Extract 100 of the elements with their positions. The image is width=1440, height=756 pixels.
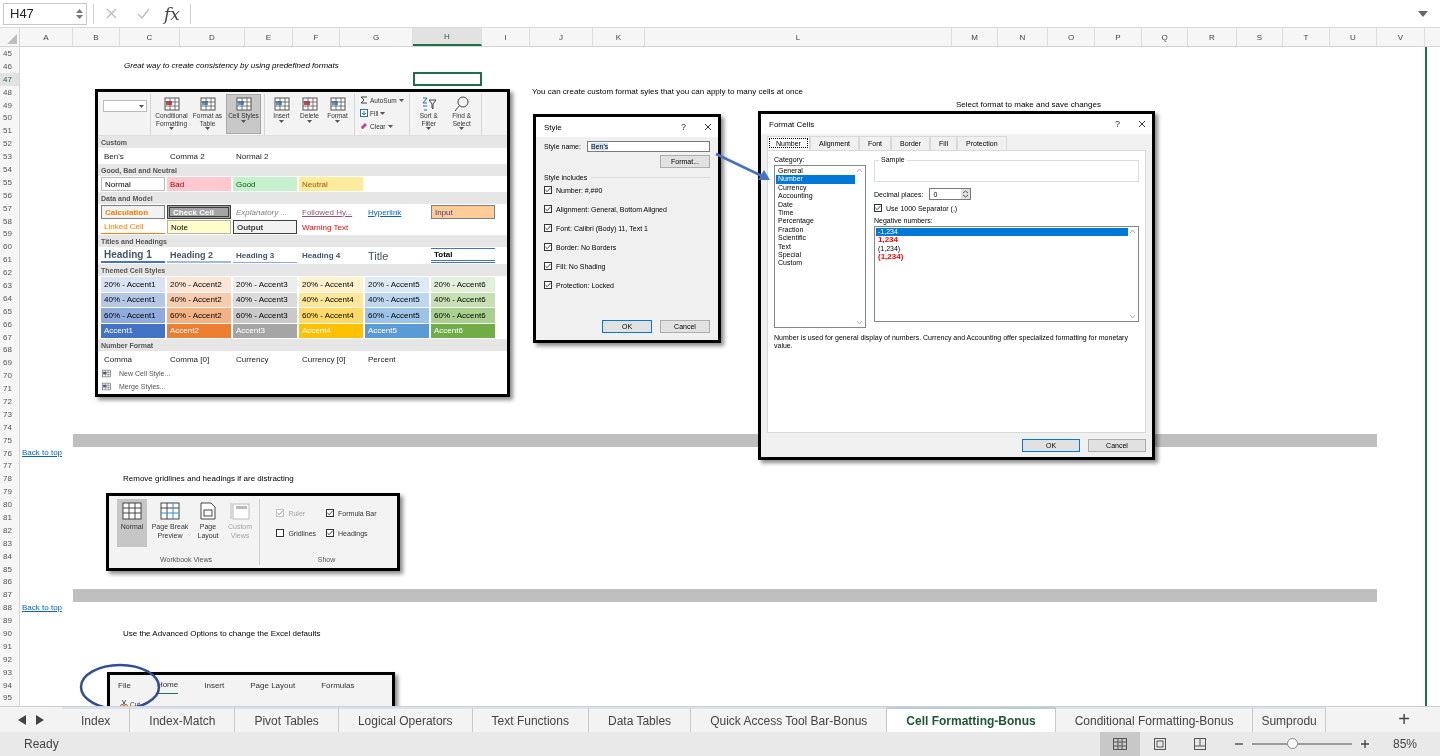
row-header[interactable]: 85: [0, 562, 19, 576]
cell-style-swatch[interactable]: 40% - Accent6: [431, 292, 495, 307]
list-item[interactable]: (1,234): [876, 253, 1128, 262]
column-header[interactable]: T: [1283, 28, 1330, 46]
column-header[interactable]: R: [1188, 28, 1237, 46]
cell-style-swatch[interactable]: 40% - Accent1: [101, 292, 165, 307]
row-header[interactable]: 65: [0, 304, 19, 318]
ribbon-tab[interactable]: Formulas: [321, 680, 355, 694]
row-header[interactable]: 70: [0, 369, 19, 383]
column-header[interactable]: H: [413, 28, 482, 46]
zoom-in-icon[interactable]: [1360, 739, 1370, 749]
row-header[interactable]: 89: [0, 614, 19, 628]
column-header[interactable]: F: [293, 28, 340, 46]
sheet-tab[interactable]: Logical Operators: [338, 707, 473, 732]
row-header[interactable]: 60: [0, 240, 19, 254]
cell-style-swatch[interactable]: 20% - Accent2: [167, 277, 231, 292]
row-header[interactable]: 86: [0, 575, 19, 589]
row-header[interactable]: 90: [0, 627, 19, 640]
column-header[interactable]: A: [20, 28, 73, 46]
row-header[interactable]: 55: [0, 175, 19, 189]
column-header[interactable]: M: [952, 28, 998, 46]
cell-style-swatch[interactable]: 20% - Accent5: [365, 277, 429, 292]
column-header[interactable]: O: [1048, 28, 1095, 46]
row-header[interactable]: 63: [0, 279, 19, 292]
row-header[interactable]: 59: [0, 227, 19, 241]
row-header[interactable]: 51: [0, 124, 19, 138]
row-header[interactable]: 87: [0, 588, 19, 602]
row-header[interactable]: 48: [0, 85, 19, 99]
row-header[interactable]: 82: [0, 523, 19, 537]
sheet-tab[interactable]: Index: [62, 707, 131, 732]
slider-thumb[interactable]: [1287, 738, 1298, 749]
cell-style-swatch[interactable]: 20% - Accent6: [431, 277, 495, 292]
row-header[interactable]: 66: [0, 317, 19, 331]
row-header[interactable]: 52: [0, 137, 19, 151]
row-header[interactable]: 95: [0, 691, 19, 705]
row-header[interactable]: 80: [0, 498, 19, 512]
checkbox[interactable]: [326, 509, 335, 517]
row-header[interactable]: 77: [0, 459, 19, 473]
column-header[interactable]: L: [645, 28, 952, 46]
cell-style-swatch[interactable]: 60% - Accent1: [101, 308, 165, 323]
ribbon-tab[interactable]: Insert: [204, 680, 225, 694]
cell-style-swatch[interactable]: Output: [233, 220, 297, 234]
checkbox[interactable]: [544, 243, 552, 251]
cell-style-swatch[interactable]: 40% - Accent2: [167, 292, 231, 307]
row-header[interactable]: 84: [0, 549, 19, 563]
view-button[interactable]: [1100, 732, 1140, 756]
column-header[interactable]: J: [530, 28, 593, 46]
name-box[interactable]: H47: [3, 2, 87, 25]
cell-style-swatch[interactable]: 40% - Accent5: [365, 292, 429, 307]
row-header[interactable]: 81: [0, 511, 19, 524]
sheet-tab[interactable]: Quick Access Tool Bar-Bonus: [691, 707, 888, 732]
row-header[interactable]: 67: [0, 330, 19, 344]
sheet-tab[interactable]: Conditional Formatting-Bonus: [1055, 707, 1254, 732]
help-button[interactable]: ?: [681, 122, 686, 132]
row-header[interactable]: 45: [0, 47, 19, 60]
checkbox[interactable]: [544, 205, 552, 213]
back-to-top-link[interactable]: Back to top: [22, 601, 63, 615]
row-header[interactable]: 53: [0, 150, 19, 163]
previous-sheet-icon[interactable]: [18, 714, 26, 725]
row-header[interactable]: 91: [0, 639, 19, 653]
spinner-icon[interactable]: [76, 7, 83, 20]
cell-style-swatch[interactable]: 20% - Accent4: [299, 277, 363, 292]
row-header[interactable]: 56: [0, 188, 19, 202]
cell-style-swatch[interactable]: 20% - Accent3: [233, 277, 297, 292]
row-header[interactable]: 73: [0, 407, 19, 421]
sheet-tab[interactable]: Data Tables: [588, 707, 692, 732]
row-header[interactable]: 57: [0, 201, 19, 215]
cell-style-swatch[interactable]: Normal: [101, 177, 165, 191]
cell-style-swatch[interactable]: 60% - Accent4: [299, 308, 363, 323]
cell-style-swatch[interactable]: 40% - Accent3: [233, 292, 297, 307]
number-format-field[interactable]: [103, 100, 147, 112]
row-header[interactable]: 76: [0, 446, 19, 460]
column-header[interactable]: V: [1377, 28, 1425, 46]
row-header[interactable]: 61: [0, 253, 19, 267]
column-header[interactable]: C: [120, 28, 180, 46]
cell-style-swatch[interactable]: Accent1: [101, 323, 165, 338]
help-button[interactable]: ?: [1115, 119, 1120, 129]
sheet-tab[interactable]: Sumprodu: [1253, 707, 1326, 732]
sheet-tab[interactable]: Pivot Tables: [235, 707, 339, 732]
sheet-tab[interactable]: Text Functions: [472, 707, 589, 732]
cell-style-swatch[interactable]: 60% - Accent3: [233, 308, 297, 323]
row-header[interactable]: 79: [0, 485, 19, 499]
ribbon-tab[interactable]: Page Layout: [250, 680, 296, 694]
column-header[interactable]: B: [73, 28, 120, 46]
column-header[interactable]: D: [180, 28, 245, 46]
row-header[interactable]: 75: [0, 433, 19, 447]
row-header[interactable]: 71: [0, 382, 19, 396]
back-to-top-link[interactable]: Back to top: [22, 446, 63, 460]
row-header[interactable]: 54: [0, 163, 19, 176]
row-header[interactable]: 58: [0, 214, 19, 228]
column-header[interactable]: S: [1237, 28, 1283, 46]
cell-style-swatch[interactable]: 40% - Accent4: [299, 292, 363, 307]
ribbon-tab[interactable]: File: [118, 680, 131, 694]
cell-style-swatch[interactable]: 60% - Accent2: [167, 308, 231, 323]
row-header[interactable]: 46: [0, 59, 19, 73]
sheet-tab[interactable]: Cell Formatting-Bonus: [887, 707, 1056, 732]
row-header[interactable]: 69: [0, 356, 19, 370]
checkbox[interactable]: [326, 529, 335, 537]
row-header[interactable]: 88: [0, 601, 19, 615]
cell-style-swatch[interactable]: Input: [431, 205, 495, 219]
